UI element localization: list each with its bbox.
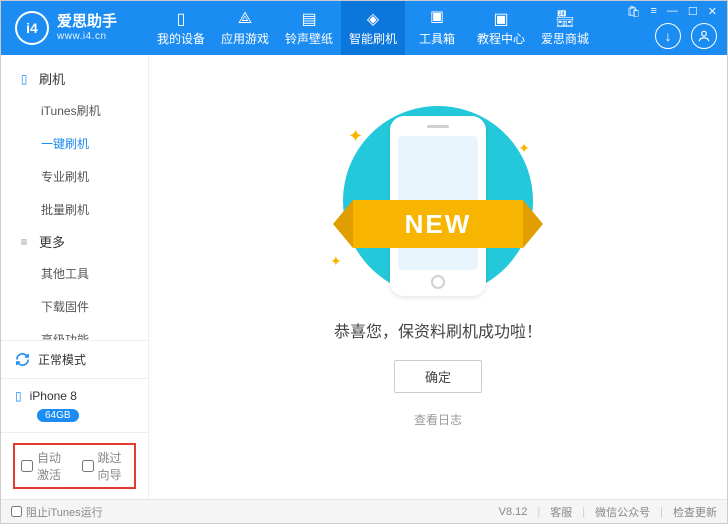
device-name: iPhone 8 xyxy=(30,389,77,403)
more-icon: ≡ xyxy=(17,235,31,249)
nav-toolbox[interactable]: 🞕 工具箱 xyxy=(405,1,469,55)
sidebar-item-batch-flash[interactable]: 批量刷机 xyxy=(1,193,148,226)
sidebar: ▯ 刷机 iTunes刷机 一键刷机 专业刷机 批量刷机 ≡ 更多 其他工具 下… xyxy=(1,55,149,499)
nav-apps[interactable]: ⟁ 应用游戏 xyxy=(213,1,277,55)
app-body: ▯ 刷机 iTunes刷机 一键刷机 专业刷机 批量刷机 ≡ 更多 其他工具 下… xyxy=(1,55,727,499)
app-url: www.i4.cn xyxy=(57,31,117,42)
view-log-link[interactable]: 查看日志 xyxy=(414,411,462,428)
highlighted-options: 自动激活 跳过向导 xyxy=(13,443,136,489)
confirm-button[interactable]: 确定 xyxy=(394,360,482,393)
user-icon xyxy=(697,29,711,43)
apps-icon: ⟁ xyxy=(236,10,254,28)
flash-icon: ◈ xyxy=(364,10,382,28)
support-link[interactable]: 客服 xyxy=(550,504,572,520)
download-button[interactable]: ↓ xyxy=(655,23,681,49)
nav-ringtones[interactable]: ▤ 铃声壁纸 xyxy=(277,1,341,55)
sidebar-item-advanced[interactable]: 高级功能 xyxy=(1,323,148,340)
sidebar-item-itunes-flash[interactable]: iTunes刷机 xyxy=(1,94,148,127)
maximize-button[interactable]: ☐ xyxy=(688,5,698,18)
success-illustration: ✦ ✦ ✦ NEW xyxy=(328,106,548,296)
device-info: ▯ iPhone 8 64GB xyxy=(1,378,148,432)
storage-badge: 64GB xyxy=(37,409,79,422)
top-nav: ▯ 我的设备 ⟁ 应用游戏 ▤ 铃声壁纸 ◈ 智能刷机 🞕 工具箱 ▣ 教程中心… xyxy=(149,1,627,55)
store-icon: 🏪︎ xyxy=(556,10,574,28)
sidebar-options: 自动激活 跳过向导 xyxy=(1,432,148,499)
sparkle-icon: ✦ xyxy=(518,140,530,157)
skip-wizard-checkbox[interactable]: 跳过向导 xyxy=(82,449,129,483)
toolbox-icon: 🞕 xyxy=(428,10,446,28)
phone-icon: ▯ xyxy=(172,10,190,28)
phone-outline-icon: ▯ xyxy=(17,72,31,86)
sidebar-group-flash: ▯ 刷机 xyxy=(1,63,148,94)
logo-text: 爱思助手 www.i4.cn xyxy=(57,14,117,42)
check-update-link[interactable]: 检查更新 xyxy=(673,504,717,520)
minimize-button[interactable]: — xyxy=(667,5,678,18)
nav-tutorials[interactable]: ▣ 教程中心 xyxy=(469,1,533,55)
wechat-link[interactable]: 微信公众号 xyxy=(595,504,650,520)
sidebar-item-pro-flash[interactable]: 专业刷机 xyxy=(1,160,148,193)
close-button[interactable]: ✕ xyxy=(708,5,717,18)
sidebar-item-oneclick-flash[interactable]: 一键刷机 xyxy=(1,127,148,160)
version-label: V8.12 xyxy=(499,506,528,518)
header-right: 🛍︎ ≡ — ☐ ✕ ↓ xyxy=(627,1,727,55)
tutorial-icon: ▣ xyxy=(492,10,510,28)
success-message: 恭喜您，保资料刷机成功啦！ xyxy=(334,318,542,342)
block-itunes-checkbox[interactable]: 阻止iTunes运行 xyxy=(11,504,103,520)
auto-activate-checkbox[interactable]: 自动激活 xyxy=(21,449,68,483)
new-ribbon: NEW xyxy=(318,196,558,252)
status-bar: 阻止iTunes运行 V8.12 | 客服 | 微信公众号 | 检查更新 xyxy=(1,499,727,523)
sidebar-group-more: ≡ 更多 xyxy=(1,226,148,257)
sparkle-icon: ✦ xyxy=(348,126,363,147)
app-header: i4 爱思助手 www.i4.cn ▯ 我的设备 ⟁ 应用游戏 ▤ 铃声壁纸 ◈… xyxy=(1,1,727,55)
menu-icon[interactable]: ≡ xyxy=(650,5,656,18)
sidebar-item-download-firmware[interactable]: 下载固件 xyxy=(1,290,148,323)
app-name: 爱思助手 xyxy=(57,14,117,31)
sidebar-item-other-tools[interactable]: 其他工具 xyxy=(1,257,148,290)
logo-block: i4 爱思助手 www.i4.cn xyxy=(1,1,149,55)
nav-flash[interactable]: ◈ 智能刷机 xyxy=(341,1,405,55)
refresh-icon xyxy=(15,352,30,367)
cart-icon[interactable]: 🛍︎ xyxy=(627,5,641,18)
device-icon: ▯ xyxy=(15,389,22,403)
user-button[interactable] xyxy=(691,23,717,49)
wallpaper-icon: ▤ xyxy=(300,10,318,28)
sparkle-icon: ✦ xyxy=(330,253,342,270)
nav-my-device[interactable]: ▯ 我的设备 xyxy=(149,1,213,55)
device-status: 正常模式 xyxy=(1,340,148,378)
logo-icon: i4 xyxy=(15,11,49,45)
main-content: ✦ ✦ ✦ NEW 恭喜您，保资料刷机成功啦！ 确定 查看日志 xyxy=(149,55,727,499)
window-controls: 🛍︎ ≡ — ☐ ✕ xyxy=(627,5,717,18)
nav-store[interactable]: 🏪︎ 爱思商城 xyxy=(533,1,597,55)
